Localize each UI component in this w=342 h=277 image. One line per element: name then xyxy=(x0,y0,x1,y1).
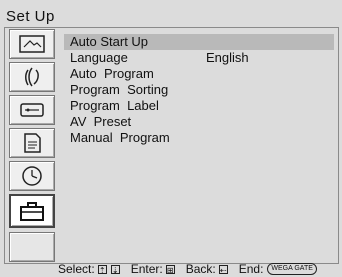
menu-item-label: Auto Start Up xyxy=(70,34,149,49)
menu-item-manual-program[interactable]: Manual Program xyxy=(64,130,334,146)
setup-category-tile[interactable] xyxy=(9,194,55,228)
menu-item-auto-program[interactable]: Auto Program xyxy=(64,66,334,82)
document-icon xyxy=(24,133,41,153)
enter-key-icon: ⊞ xyxy=(165,264,175,275)
channel-icon xyxy=(20,103,44,117)
empty-category-tile xyxy=(9,232,55,262)
setup-menu-list: Auto Start Up Language English Auto Prog… xyxy=(64,34,334,146)
enter-label: Enter: xyxy=(130,262,163,276)
sound-icon xyxy=(25,67,39,87)
category-icon-column xyxy=(6,29,56,263)
channel-category-tile[interactable] xyxy=(9,95,55,125)
menu-item-auto-start-up[interactable]: Auto Start Up xyxy=(64,34,334,50)
wega-gate-key-icon: WEGA GATE xyxy=(267,263,317,275)
timer-category-tile[interactable] xyxy=(9,161,55,191)
menu-item-label: Manual Program xyxy=(70,130,170,145)
menu-item-label: Program Sorting xyxy=(70,82,169,97)
menu-item-language[interactable]: Language English xyxy=(64,50,334,66)
menu-item-program-label[interactable]: Program Label xyxy=(64,98,334,114)
menu-item-program-sorting[interactable]: Program Sorting xyxy=(64,82,334,98)
document-category-tile[interactable] xyxy=(9,128,55,158)
down-arrow-key-icon: ⇣ xyxy=(110,264,120,275)
menu-item-label: AV Preset xyxy=(70,114,132,129)
back-key-icon: ⇠ xyxy=(218,264,228,275)
picture-category-tile[interactable] xyxy=(9,29,55,59)
menu-item-label: Program Label xyxy=(70,98,159,113)
toolbox-icon xyxy=(20,202,44,221)
up-arrow-key-icon: ⇡ xyxy=(97,264,107,275)
menu-item-av-preset[interactable]: AV Preset xyxy=(64,114,334,130)
timer-icon xyxy=(22,166,42,186)
end-label: End: xyxy=(238,262,264,276)
language-value: English xyxy=(206,50,249,65)
menu-item-label: Auto Program xyxy=(70,66,154,81)
key-guide: Select: ⇡ ⇣ Enter: ⊞ Back: ⇠ End: WEGA G… xyxy=(58,262,317,276)
menu-item-label: Language xyxy=(70,50,128,65)
sound-category-tile[interactable] xyxy=(9,62,55,92)
picture-icon xyxy=(19,35,45,53)
back-label: Back: xyxy=(185,262,216,276)
page-title: Set Up xyxy=(6,8,55,25)
select-label: Select: xyxy=(58,262,95,276)
